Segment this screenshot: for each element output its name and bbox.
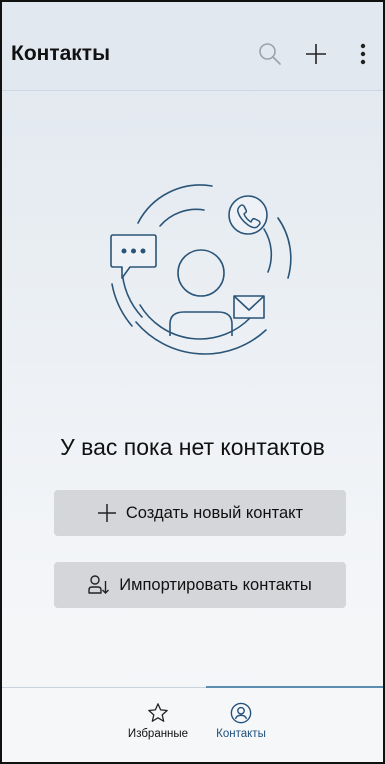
create-contact-button[interactable]: Создать новый контакт xyxy=(54,490,346,536)
tab-contacts-label: Контакты xyxy=(216,728,266,740)
phone-icon xyxy=(228,195,268,235)
plus-icon xyxy=(97,503,117,523)
search-icon[interactable] xyxy=(256,40,284,68)
more-vertical-icon[interactable] xyxy=(349,40,377,68)
empty-state-title: У вас пока нет контактов xyxy=(60,434,325,460)
tab-favorites[interactable]: Избранные xyxy=(126,702,190,740)
app-window: Контакты У вас пока нет контактов Создат… xyxy=(0,0,385,764)
tab-contacts[interactable]: Контакты xyxy=(208,702,274,740)
create-contact-label: Создать новый контакт xyxy=(125,503,304,522)
person-icon xyxy=(169,249,233,336)
mail-icon xyxy=(233,295,265,319)
import-contacts-label: Импортировать контакты xyxy=(119,575,312,594)
app-bar: Контакты xyxy=(2,2,383,91)
star-icon xyxy=(148,703,168,722)
contact-circle-icon xyxy=(230,702,252,724)
chat-bubble-icon xyxy=(110,234,157,279)
plus-icon[interactable] xyxy=(302,40,330,68)
bottom-navigation: Избранные Контакты xyxy=(2,686,383,762)
import-contacts-button[interactable]: Импортировать контакты xyxy=(54,562,346,608)
page-title: Контакты xyxy=(11,42,111,65)
selected-tab-indicator xyxy=(206,686,383,688)
empty-contacts-illustration xyxy=(110,184,292,355)
person-import-icon xyxy=(88,575,110,595)
tab-favorites-label: Избранные xyxy=(127,728,189,740)
